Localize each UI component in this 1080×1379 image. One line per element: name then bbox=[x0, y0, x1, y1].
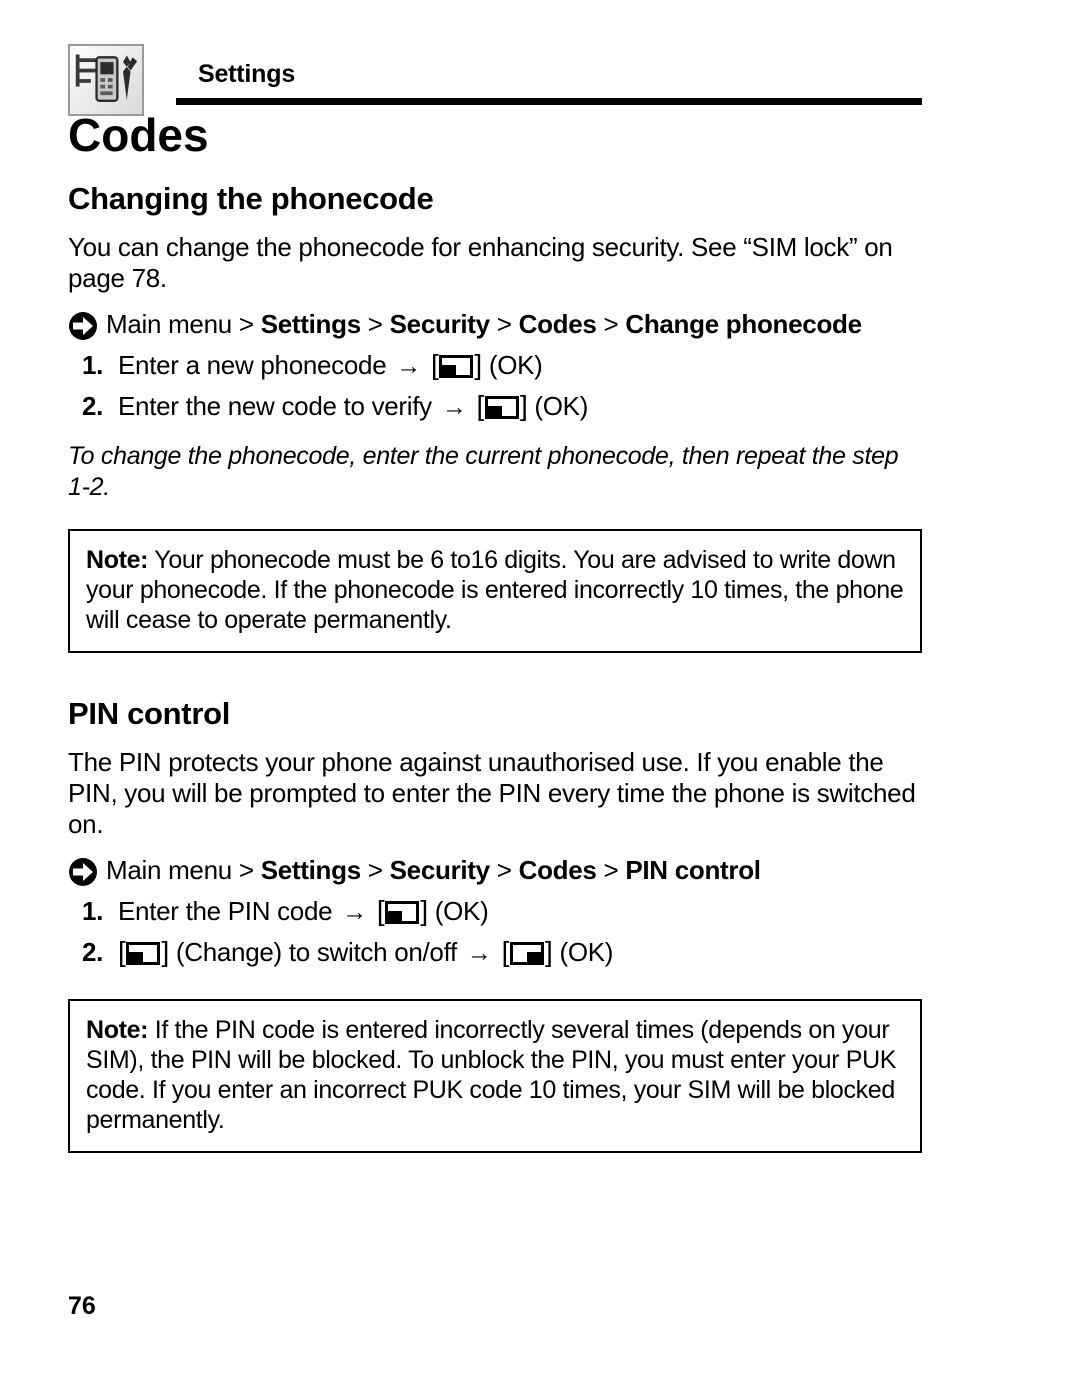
step-instruction: (Change) to switch on/off bbox=[175, 937, 457, 968]
italic-remark: To change the phonecode, enter the curre… bbox=[68, 442, 899, 502]
menu-path-item-security: Security bbox=[389, 309, 491, 340]
softkey-left-icon bbox=[484, 396, 519, 420]
menu-path-item-security: Security bbox=[389, 855, 491, 886]
step-item: 1. Enter a new phonecode → [] (OK) bbox=[68, 345, 922, 386]
step-item: 2. [] (Change) to switch on/off → [] (OK… bbox=[68, 932, 922, 973]
hook-arrow-icon bbox=[68, 311, 98, 341]
bracket-open: [ bbox=[118, 936, 126, 968]
step-text: Enter the PIN code → [] (OK) bbox=[118, 891, 922, 932]
step-number: 1. bbox=[82, 350, 104, 381]
section-heading: PIN control bbox=[68, 696, 231, 732]
note-box: Note: Your phonecode must be 6 to16 digi… bbox=[68, 529, 922, 654]
running-header: Settings bbox=[68, 44, 922, 116]
menu-path-item-pin-control: PIN control bbox=[625, 855, 761, 886]
section-changing-the-phonecode: Changing the phonecode You can change th… bbox=[68, 181, 922, 654]
step-number: 2. bbox=[82, 391, 104, 422]
step-text: Enter a new phonecode → [] (OK) bbox=[118, 345, 922, 386]
note-text: If the PIN code is entered incorrectly s… bbox=[86, 1016, 897, 1135]
menu-path-sep-1: > bbox=[238, 855, 254, 886]
step-text: Enter the new code to verify → [] (OK) bbox=[118, 386, 922, 427]
right-arrow-icon: → bbox=[342, 898, 367, 927]
menu-path-sep-2: > bbox=[367, 309, 383, 340]
step-number: 1. bbox=[82, 896, 104, 927]
softkey-left-icon bbox=[126, 942, 161, 966]
menu-path-sep-3: > bbox=[496, 309, 512, 340]
menu-path: Main menu > Settings > Security > Codes … bbox=[68, 854, 922, 887]
menu-path: Main menu > Settings > Security > Codes … bbox=[68, 308, 922, 341]
section-body: The PIN protects your phone against unau… bbox=[68, 747, 916, 840]
menu-path-text: Main menu > Settings > Security > Codes … bbox=[104, 854, 922, 887]
step-item: 2. Enter the new code to verify → [] (OK… bbox=[68, 386, 922, 427]
header-title: Settings bbox=[198, 60, 296, 88]
softkey-right-icon bbox=[510, 942, 545, 966]
softkey-left-icon bbox=[385, 901, 420, 925]
menu-path-item-change-phonecode: Change phonecode bbox=[625, 309, 862, 340]
page-content: Changing the phonecode You can change th… bbox=[68, 181, 922, 1154]
menu-path-prefix: Main menu bbox=[106, 309, 232, 340]
menu-path-item-settings: Settings bbox=[260, 309, 361, 340]
bracket-open: [ bbox=[476, 390, 484, 422]
step-number: 2. bbox=[82, 937, 104, 968]
right-arrow-icon: → bbox=[441, 393, 467, 422]
header-rule bbox=[176, 98, 922, 105]
menu-path-prefix: Main menu bbox=[106, 855, 232, 886]
section-body: You can change the phonecode for enhanci… bbox=[68, 232, 893, 294]
step-list: 1. Enter the PIN code → [] (OK) 2. [] (C… bbox=[68, 891, 922, 973]
note-label: Note: bbox=[86, 1016, 149, 1045]
menu-path-sep-1: > bbox=[238, 309, 254, 340]
step-item: 1. Enter the PIN code → [] (OK) bbox=[68, 891, 922, 932]
bracket-open: [ bbox=[501, 936, 510, 968]
step-instruction: Enter the PIN code bbox=[118, 896, 333, 927]
note-label: Note: bbox=[86, 546, 149, 575]
menu-path-item-settings: Settings bbox=[260, 855, 361, 886]
menu-path-sep-3: > bbox=[496, 855, 512, 886]
step-text: [] (Change) to switch on/off → [] (OK) bbox=[118, 932, 922, 973]
page-title: Codes bbox=[68, 109, 209, 161]
note-text: Your phonecode must be 6 to16 digits. Yo… bbox=[86, 546, 904, 635]
step-instruction: Enter the new code to verify bbox=[118, 391, 432, 422]
step-suffix: (OK) bbox=[434, 896, 489, 927]
hook-arrow-icon bbox=[68, 857, 98, 887]
bracket-close: ] bbox=[519, 390, 528, 422]
note-box: Note: If the PIN code is entered incorre… bbox=[68, 999, 922, 1154]
section-pin-control: PIN control The PIN protects your phone … bbox=[68, 696, 922, 1154]
section-heading: Changing the phonecode bbox=[68, 181, 434, 216]
bracket-open: [ bbox=[430, 349, 439, 381]
menu-path-item-codes: Codes bbox=[518, 309, 597, 340]
right-arrow-icon: → bbox=[466, 939, 492, 968]
bracket-close: ] bbox=[420, 895, 428, 927]
step-suffix: (OK) bbox=[534, 391, 589, 422]
step-suffix: (OK) bbox=[559, 937, 614, 968]
softkey-left-icon bbox=[439, 355, 474, 379]
step-list: 1. Enter a new phonecode → [] (OK) 2. En… bbox=[68, 345, 922, 427]
step-instruction: Enter a new phonecode bbox=[118, 350, 387, 381]
bracket-close: ] bbox=[545, 936, 553, 968]
bracket-open: [ bbox=[376, 895, 385, 927]
manual-page: Settings Codes Changing the phonecode Yo… bbox=[0, 0, 1080, 1379]
menu-path-sep-4: > bbox=[603, 855, 619, 886]
settings-tools-phone-icon bbox=[68, 44, 144, 116]
menu-path-sep-4: > bbox=[603, 309, 619, 340]
menu-path-item-codes: Codes bbox=[518, 855, 597, 886]
menu-path-text: Main menu > Settings > Security > Codes … bbox=[104, 308, 922, 341]
page-number: 76 bbox=[68, 1292, 96, 1320]
step-suffix: (OK) bbox=[488, 350, 543, 381]
right-arrow-icon: → bbox=[396, 352, 421, 381]
bracket-close: ] bbox=[161, 936, 169, 968]
bracket-close: ] bbox=[474, 349, 482, 381]
menu-path-sep-2: > bbox=[367, 855, 383, 886]
